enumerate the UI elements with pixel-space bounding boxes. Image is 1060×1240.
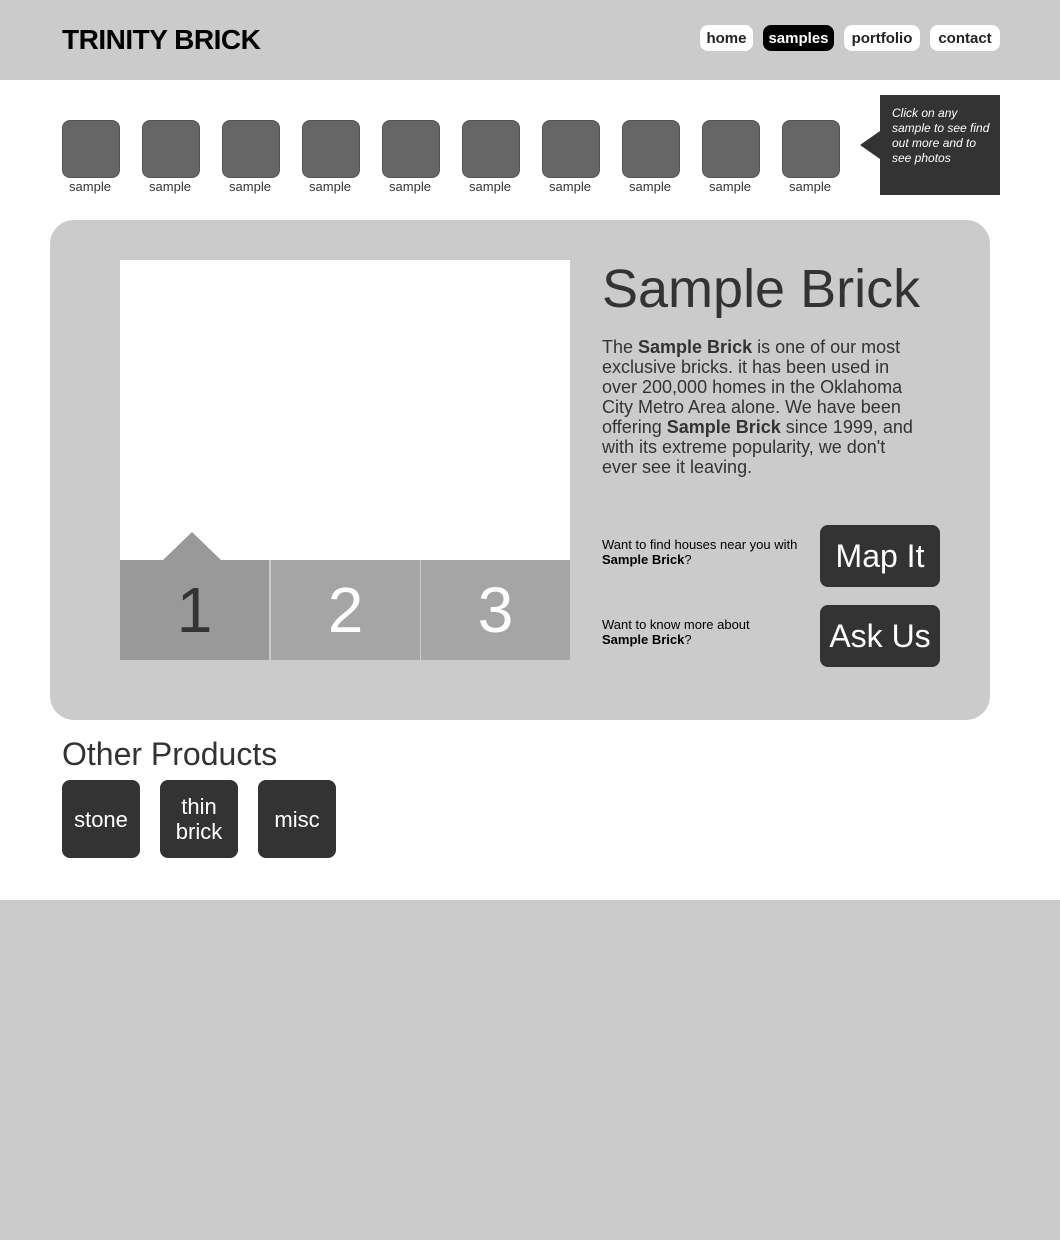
map-prompt-suffix: ?	[684, 552, 692, 567]
site-logo[interactable]: TRINITY BRICK	[62, 24, 261, 56]
sample-image[interactable]	[702, 120, 760, 178]
sample-description: The Sample Brick is one of our most excl…	[602, 337, 922, 477]
sample-thumbnail[interactable]: sample	[462, 120, 520, 194]
other-products-title: Other Products	[62, 736, 278, 772]
sample-image[interactable]	[622, 120, 680, 178]
sample-image[interactable]	[62, 120, 120, 178]
product-stone-button[interactable]: stone	[62, 780, 140, 858]
product-misc-button[interactable]: misc	[258, 780, 336, 858]
sample-thumbnail[interactable]: sample	[142, 120, 200, 194]
sample-thumbnail[interactable]: sample	[702, 120, 760, 194]
map-prompt-text: Want to find houses near you with	[602, 537, 798, 552]
photo-tab-1[interactable]: 1	[120, 560, 269, 660]
sample-image[interactable]	[302, 120, 360, 178]
sample-image[interactable]	[382, 120, 440, 178]
tooltip-text: Click on any sample to see find out more…	[892, 106, 990, 165]
sample-label: sample	[309, 179, 351, 194]
sample-thumbnail[interactable]: sample	[302, 120, 360, 194]
sample-label: sample	[629, 179, 671, 194]
description-bold-text: Sample Brick	[638, 337, 753, 357]
sample-image[interactable]	[462, 120, 520, 178]
sample-thumbnail[interactable]: sample	[622, 120, 680, 194]
sample-label: sample	[789, 179, 831, 194]
map-prompt-bold: Sample Brick	[602, 552, 685, 567]
sample-thumbnail[interactable]: sample	[62, 120, 120, 194]
sample-thumbnail[interactable]: sample	[542, 120, 600, 194]
sample-thumbnail[interactable]: sample	[782, 120, 840, 194]
description-bold-text: Sample Brick	[666, 417, 781, 437]
sample-thumbnail[interactable]: sample	[222, 120, 280, 194]
sample-thumbnail[interactable]: sample	[382, 120, 440, 194]
ask-prompt-suffix: ?	[684, 632, 692, 647]
photo-tab-3[interactable]: 3	[421, 560, 570, 660]
active-tab-indicator	[163, 532, 221, 560]
nav-portfolio-button[interactable]: portfolio	[844, 25, 920, 51]
sample-image[interactable]	[782, 120, 840, 178]
ask-prompt: Want to know more about Sample Brick?	[602, 617, 802, 647]
sample-image[interactable]	[142, 120, 200, 178]
sample-image[interactable]	[542, 120, 600, 178]
map-prompt: Want to find houses near you with Sample…	[602, 537, 802, 567]
sample-label: sample	[69, 179, 111, 194]
sample-label: sample	[149, 179, 191, 194]
nav-samples-button[interactable]: samples	[763, 25, 834, 51]
nav-contact-button[interactable]: contact	[930, 25, 1000, 51]
site-header: TRINITY BRICK home samples portfolio con…	[0, 0, 1060, 80]
sample-label: sample	[229, 179, 271, 194]
sample-title: Sample Brick	[602, 259, 921, 319]
description-text: The	[602, 337, 639, 357]
sample-photo	[120, 260, 570, 560]
sample-label: sample	[709, 179, 751, 194]
ask-prompt-bold: Sample Brick	[602, 632, 685, 647]
sample-label: sample	[469, 179, 511, 194]
sample-image[interactable]	[222, 120, 280, 178]
sample-label: sample	[549, 179, 591, 194]
nav-home-button[interactable]: home	[700, 25, 753, 51]
photo-tab-2[interactable]: 2	[271, 560, 420, 660]
ask-us-button[interactable]: Ask Us	[820, 605, 940, 667]
sample-label: sample	[389, 179, 431, 194]
ask-prompt-text: Want to know more about	[602, 617, 750, 632]
tooltip-pointer	[860, 131, 880, 159]
map-it-button[interactable]: Map It	[820, 525, 940, 587]
product-thin-brick-button[interactable]: thin brick	[160, 780, 238, 858]
